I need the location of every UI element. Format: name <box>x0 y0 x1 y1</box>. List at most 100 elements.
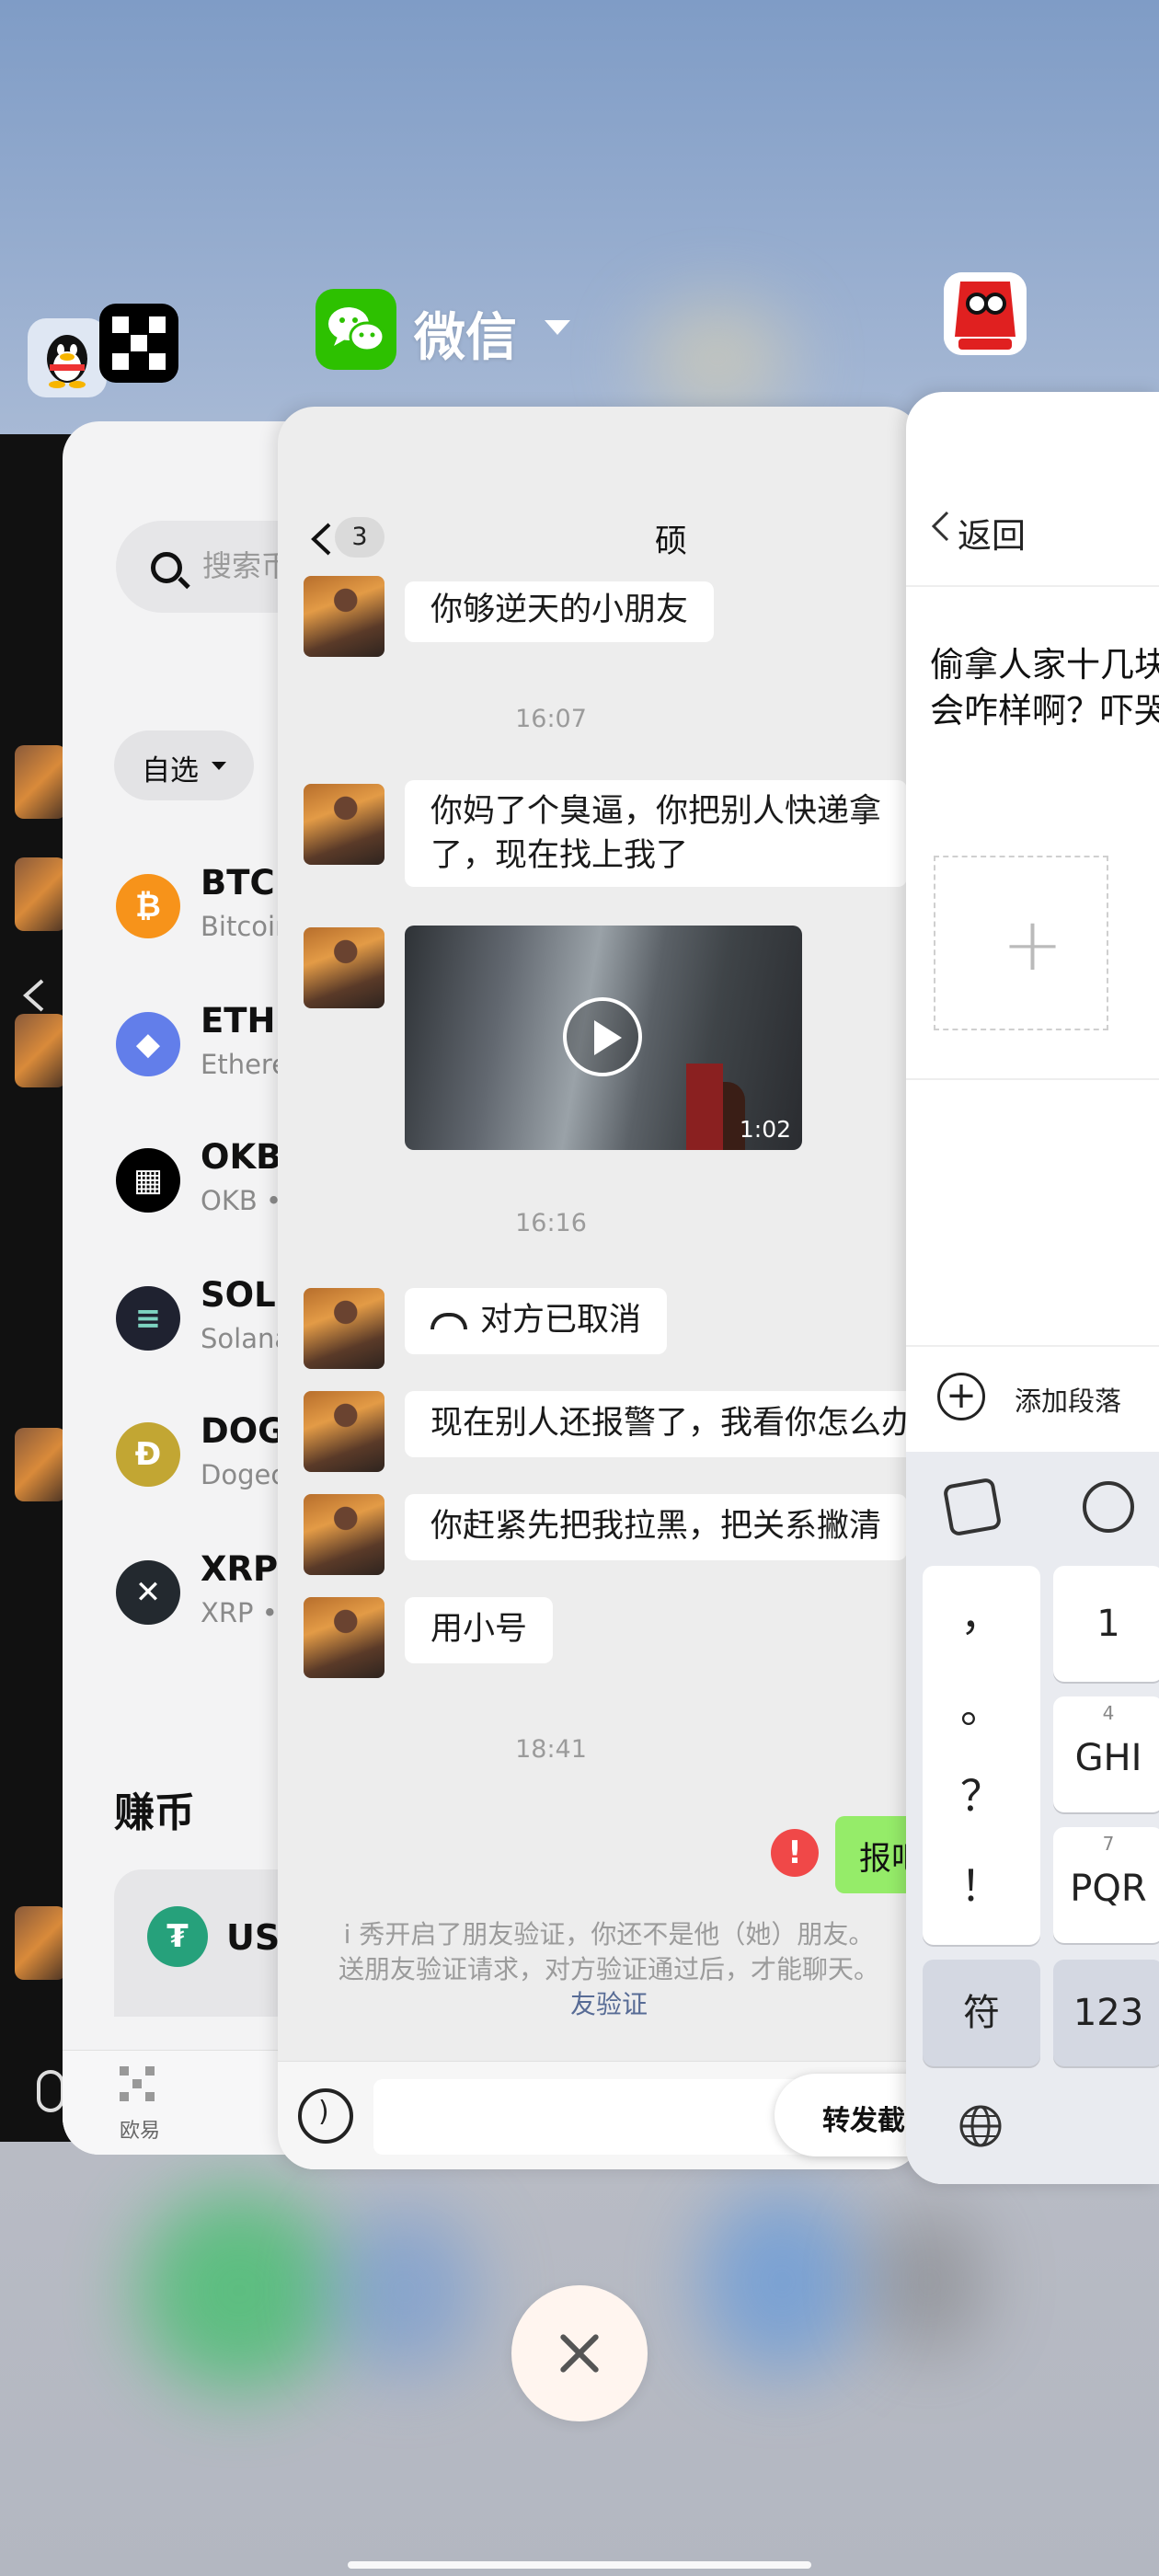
message-bubble[interactable]: 你够逆天的小朋友 <box>405 581 715 642</box>
call-record-bubble[interactable]: 对方已取消 <box>405 1288 668 1354</box>
dogecoin-icon: Ð <box>116 1422 180 1487</box>
send-failed-icon[interactable]: ! <box>771 1829 819 1877</box>
back-chevron-icon[interactable] <box>309 521 333 558</box>
divider <box>906 1345 1159 1347</box>
bg-blur <box>644 304 791 414</box>
call-status-text: 对方已取消 <box>480 1302 642 1339</box>
add-paragraph-icon[interactable]: + <box>937 1373 985 1420</box>
video-object <box>686 1064 723 1150</box>
bitcoin-icon: ₿ <box>116 874 180 938</box>
add-image-button[interactable]: + <box>934 856 1108 1030</box>
avatar <box>15 1906 66 1980</box>
kanong-logo-icon <box>944 272 1027 355</box>
search-icon <box>151 552 182 583</box>
caret-down-icon[interactable] <box>545 320 570 335</box>
symbol-key[interactable]: 符 <box>923 1960 1040 2066</box>
contact-avatar[interactable] <box>304 576 384 657</box>
coin-name: Dogec <box>201 1459 286 1490</box>
coin-name: XRP • <box>201 1597 278 1628</box>
back-button-label[interactable]: 返回 <box>958 508 1026 558</box>
sogou-logo-icon[interactable] <box>942 1477 1003 1537</box>
number-key[interactable]: 123 <box>1053 1960 1159 2066</box>
key-letters: PQR <box>1070 1868 1147 1910</box>
message-bubble[interactable]: 现在别人还报警了，我看你怎么办 <box>405 1391 922 1457</box>
caret-down-icon <box>212 762 226 770</box>
recent-app-card-kanong[interactable]: 返回 偷拿人家十几块 会咋样啊？吓哭 + + 添加段落 ， 。 ？ ！ 1 4 … <box>906 392 1159 2184</box>
close-all-button[interactable] <box>511 2285 648 2421</box>
wechat-logo-icon <box>328 307 385 352</box>
avatar <box>15 857 66 931</box>
voice-input-icon[interactable] <box>298 2088 353 2144</box>
qq-app-icon[interactable] <box>28 318 107 397</box>
key-4[interactable]: 4 GHI <box>1053 1696 1159 1812</box>
recent-app-card-wechat[interactable]: 3 硕 你够逆天的小朋友 16:07 你妈了个臭逼，你把别人快递拿 了，现在找上… <box>278 407 922 2169</box>
video-message[interactable]: 1:02 <box>405 926 802 1150</box>
emoji-icon[interactable] <box>1083 1481 1134 1533</box>
punct-key[interactable]: ！ <box>923 1853 1040 1914</box>
punctuation-key-column[interactable]: ， 。 ？ ！ <box>923 1566 1040 1945</box>
bg-blur <box>699 2190 865 2374</box>
kanong-app-icon[interactable] <box>944 272 1027 355</box>
key-1[interactable]: 1 <box>1053 1566 1159 1682</box>
penguin-icon <box>47 335 87 388</box>
coin-symbol: OKB <box>201 1137 282 1177</box>
unread-count-badge: 3 <box>335 517 384 558</box>
notice-line: 送朋友验证请求，对方验证通过后，才能聊天。 <box>338 1954 879 1984</box>
home-indicator[interactable] <box>348 2561 811 2569</box>
notice-line: i 秀开启了朋友验证，你还不是他（她）朋友。 <box>343 1919 875 1949</box>
contact-avatar[interactable] <box>304 1597 384 1678</box>
message-bubble[interactable]: 你赶紧先把我拉黑，把关系撇清 <box>405 1494 908 1560</box>
contact-avatar[interactable] <box>304 927 384 1008</box>
key-letters: GHI <box>1074 1737 1142 1779</box>
avatar <box>15 1014 66 1087</box>
contact-avatar[interactable] <box>304 1288 384 1369</box>
video-duration: 1:02 <box>739 1116 791 1143</box>
timestamp: 16:16 <box>515 1209 587 1237</box>
add-paragraph-label[interactable]: 添加段落 <box>1015 1380 1121 1419</box>
divider <box>906 1078 1159 1080</box>
okx-logo-icon <box>112 316 166 370</box>
key-number-hint: 7 <box>1102 1833 1115 1855</box>
avatar <box>15 745 66 819</box>
section-title: 赚币 <box>114 1789 195 1836</box>
send-verification-link[interactable]: 友验证 <box>315 1987 903 2022</box>
forward-screenshot-button[interactable]: 转发截 <box>775 2074 922 2156</box>
back-chevron-icon[interactable] <box>930 510 950 543</box>
bg-blur <box>138 2190 340 2392</box>
punct-key[interactable]: ， <box>923 1582 1040 1643</box>
okx-app-icon[interactable] <box>99 304 178 383</box>
app-switcher-title[interactable]: 微信 <box>414 296 517 371</box>
microphone-icon <box>37 2070 64 2112</box>
message-bubble[interactable]: 用小号 <box>405 1597 554 1663</box>
solana-icon: ≡ <box>116 1286 180 1351</box>
punct-key[interactable]: ？ <box>923 1763 1040 1823</box>
chat-title: 硕 <box>655 523 688 560</box>
key-number-hint: 4 <box>1102 1702 1115 1724</box>
xrp-icon: ✕ <box>116 1560 180 1625</box>
coin-name: Ethere <box>201 1049 289 1080</box>
timestamp: 18:41 <box>515 1735 587 1764</box>
play-icon[interactable] <box>563 997 642 1076</box>
timestamp: 16:07 <box>515 705 587 733</box>
okb-icon: ▦ <box>116 1148 180 1213</box>
contact-avatar[interactable] <box>304 784 384 865</box>
back-chevron-icon <box>22 979 44 1012</box>
tab-label[interactable]: 欧易 <box>120 2114 160 2144</box>
ethereum-icon: ◆ <box>116 1012 180 1076</box>
contact-avatar[interactable] <box>304 1494 384 1575</box>
contact-avatar[interactable] <box>304 1391 384 1472</box>
phone-hangup-icon <box>430 1313 467 1329</box>
bg-blur <box>874 2208 984 2355</box>
punct-key[interactable]: 。 <box>923 1674 1040 1735</box>
coin-symbol: DOG <box>201 1411 286 1451</box>
coin-name: OKB • <box>201 1185 282 1216</box>
wechat-app-icon[interactable] <box>316 289 396 370</box>
post-body-text[interactable]: 偷拿人家十几块 会咋样啊？吓哭 <box>930 642 1159 734</box>
globe-icon[interactable] <box>958 2103 1004 2149</box>
bg-blur <box>331 2208 478 2374</box>
friend-verification-notice: i 秀开启了朋友验证，你还不是他（她）朋友。 送朋友验证请求，对方验证通过后，才… <box>315 1917 903 2022</box>
key-7[interactable]: 7 PQR <box>1053 1827 1159 1943</box>
message-bubble[interactable]: 你妈了个臭逼，你把别人快递拿 了，现在找上我了 <box>405 780 908 887</box>
usdt-icon: ₮ <box>147 1906 208 1967</box>
okx-tab-icon[interactable] <box>118 2064 156 2103</box>
